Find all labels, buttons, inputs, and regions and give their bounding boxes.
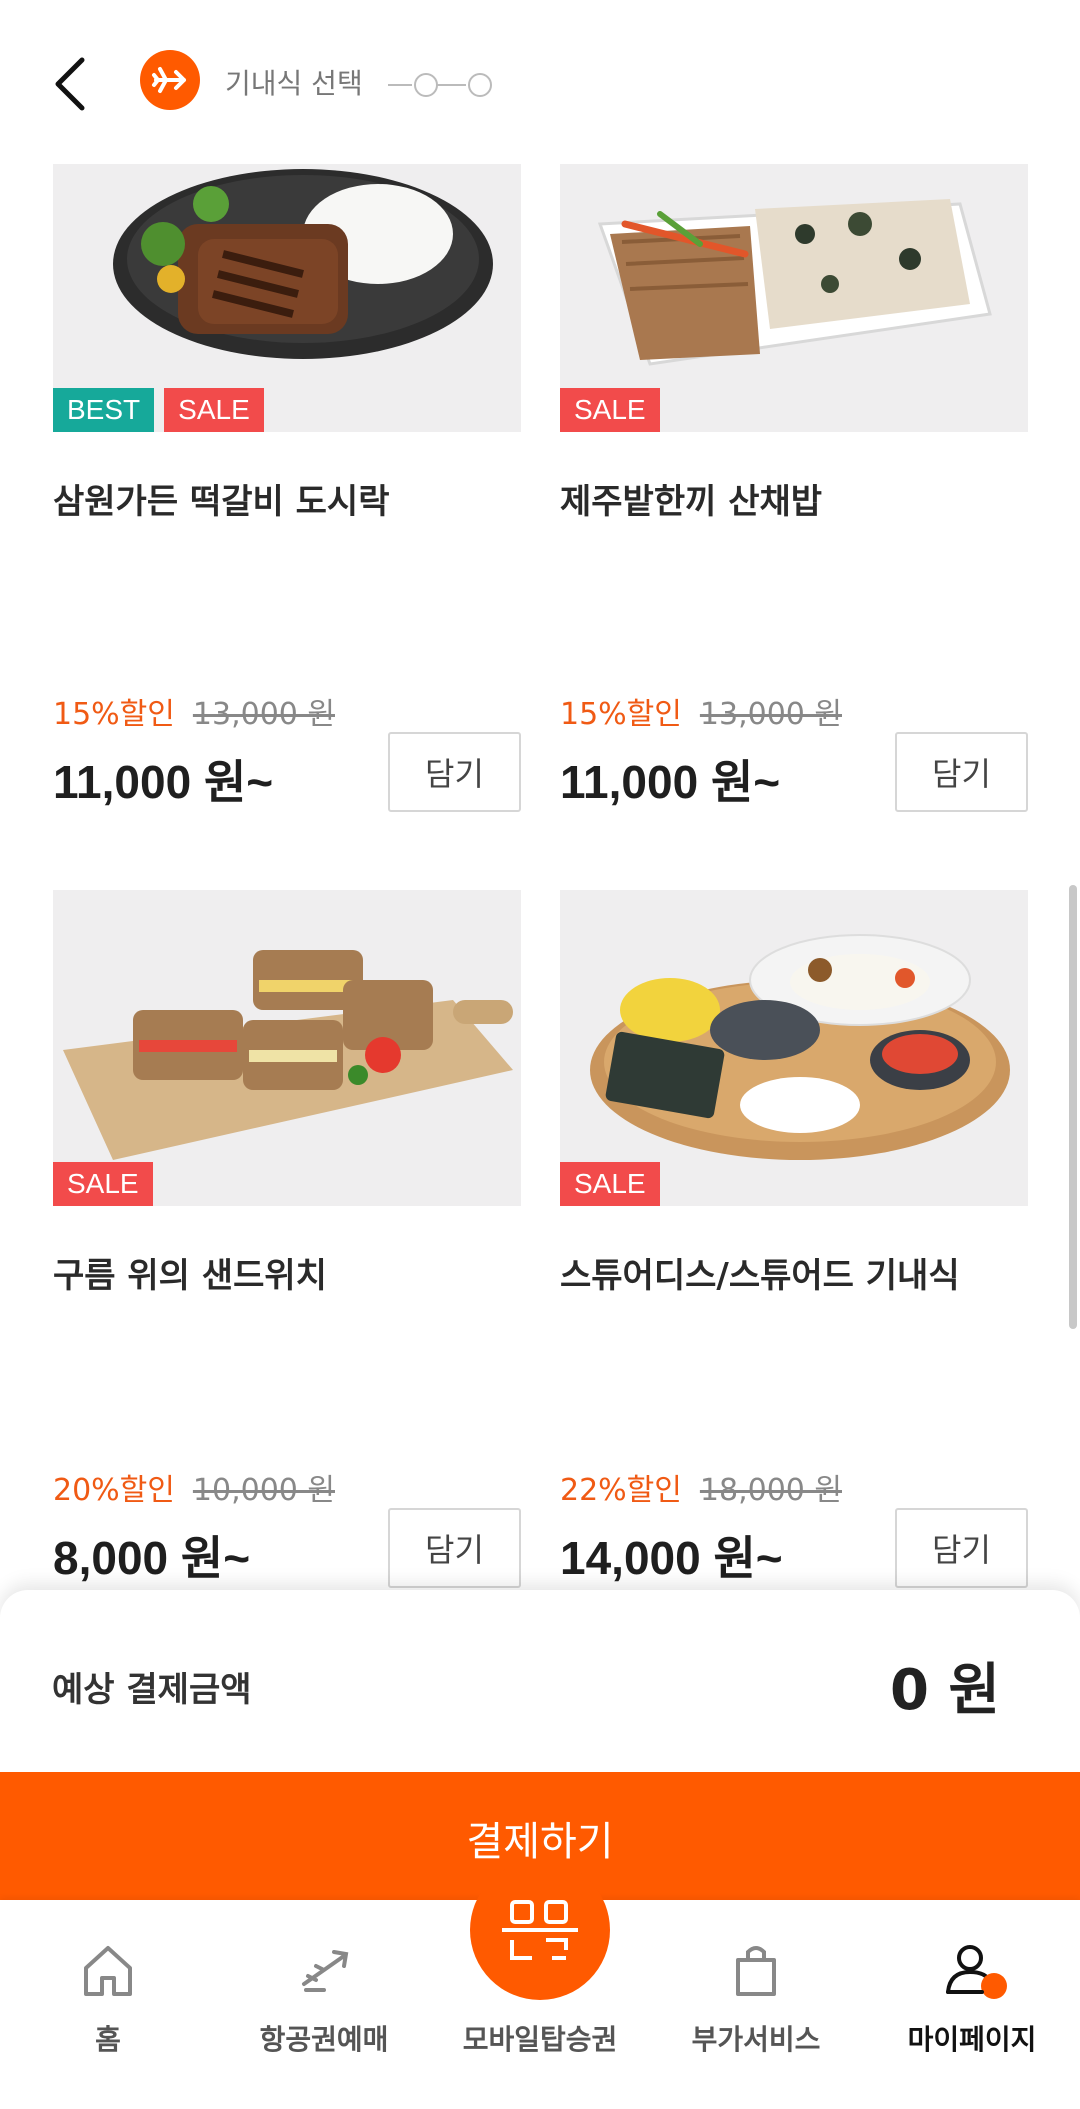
airplane-icon: [152, 67, 186, 93]
badge-group: SALE: [560, 1162, 660, 1206]
product-name[interactable]: 제주밭한끼 산채밥: [560, 474, 822, 523]
nav-label: 홈: [95, 2023, 121, 2056]
add-to-cart-button[interactable]: 담기: [388, 732, 521, 812]
nav-item-extra-services[interactable]: 부가서비스: [648, 1900, 864, 2109]
price-discount-row: 15%할인 13,000 원: [53, 689, 335, 733]
nav-label: 마이페이지: [907, 2023, 1037, 2056]
badge-group: SALE: [560, 388, 660, 432]
add-to-cart-button[interactable]: 담기: [388, 1508, 521, 1588]
nav-label: 모바일탑승권: [462, 2023, 618, 2056]
original-price: 18,000 원: [699, 1473, 842, 1508]
home-icon: [84, 1946, 132, 1996]
nav-label: 부가서비스: [691, 2023, 821, 2056]
chevron-left-icon: [55, 57, 85, 111]
price-discount-row: 15%할인 13,000 원: [560, 689, 842, 733]
step-progress-icon: [388, 73, 492, 97]
badge-group: SALE: [53, 1162, 153, 1206]
product-image[interactable]: SALE: [560, 164, 1028, 432]
nav-item-home[interactable]: 홈: [0, 1900, 216, 2109]
best-badge: BEST: [53, 388, 155, 432]
sale-price: 11,000 원~: [53, 756, 274, 808]
sale-badge: SALE: [560, 1162, 660, 1206]
discount-rate: 20%할인: [53, 1473, 175, 1508]
nav-item-booking[interactable]: 항공권예매: [216, 1900, 432, 2109]
boarding-pass-fab[interactable]: [470, 1860, 610, 2000]
step-indicator-current: [140, 50, 200, 110]
payment-summary: 예상 결제금액 0 원: [0, 1590, 1080, 1772]
product-name[interactable]: 스튜어디스/스튜어드 기내식: [560, 1248, 960, 1297]
header: 기내식 선택: [0, 0, 1080, 160]
back-button[interactable]: [46, 52, 106, 116]
discount-rate: 15%할인: [560, 697, 682, 732]
user-icon: [946, 1945, 1007, 1999]
badge-group: BEST SALE: [53, 388, 264, 432]
discount-rate: 15%할인: [53, 697, 175, 732]
product-image[interactable]: SALE: [560, 890, 1028, 1206]
original-price: 13,000 원: [192, 697, 335, 732]
scrollbar[interactable]: [1069, 885, 1077, 1329]
step-label: 기내식 선택: [225, 67, 363, 100]
qr-code-icon: [502, 1900, 578, 1960]
discount-rate: 22%할인: [560, 1473, 682, 1508]
original-price: 13,000 원: [699, 697, 842, 732]
sandwich-board-image: [63, 950, 513, 1160]
product-image[interactable]: SALE: [53, 890, 521, 1206]
product-grid: BEST SALE 삼원가든 떡갈비 도시락 15%할인 13,000 원 11,…: [0, 160, 1080, 1590]
expected-amount-value: 0 원: [890, 1658, 1000, 1723]
product-name[interactable]: 삼원가든 떡갈비 도시락: [53, 474, 389, 523]
sale-badge: SALE: [560, 388, 660, 432]
sale-price: 14,000 원~: [560, 1532, 783, 1584]
sale-badge: SALE: [164, 388, 264, 432]
price-discount-row: 22%할인 18,000 원: [560, 1465, 842, 1509]
plane-ticket-icon: [302, 1950, 349, 1992]
price-discount-row: 20%할인 10,000 원: [53, 1465, 335, 1509]
sale-badge: SALE: [53, 1162, 153, 1206]
product-name[interactable]: 구름 위의 샌드위치: [53, 1248, 327, 1297]
sale-price: 8,000 원~: [53, 1532, 251, 1584]
nav-label: 항공권예매: [259, 2023, 389, 2056]
add-to-cart-button[interactable]: 담기: [895, 732, 1028, 812]
product-image[interactable]: BEST SALE: [53, 164, 521, 432]
add-to-cart-button[interactable]: 담기: [895, 1508, 1028, 1588]
nav-item-mypage[interactable]: 마이페이지: [864, 1900, 1080, 2109]
meal-tray-image: [590, 934, 1010, 1160]
sale-price: 11,000 원~: [560, 756, 781, 808]
expected-amount-label: 예상 결제금액: [52, 1670, 252, 1710]
shopping-bag-icon: [736, 1946, 776, 1996]
original-price: 10,000 원: [192, 1473, 335, 1508]
